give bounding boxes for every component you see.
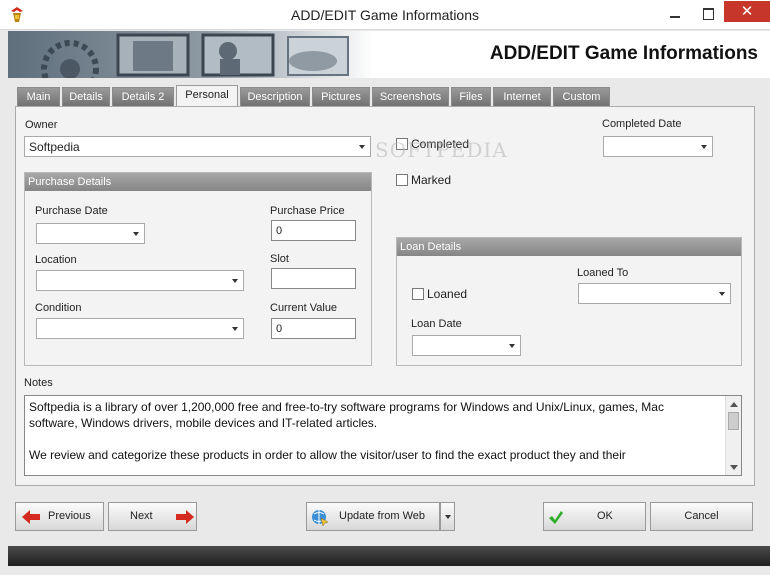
update-dropdown-button[interactable] <box>440 502 455 531</box>
purchase-price-input[interactable]: 0 <box>271 220 356 241</box>
tab-details-2[interactable]: Details 2 <box>112 87 174 107</box>
tab-files[interactable]: Files <box>451 87 491 107</box>
tab-pictures[interactable]: Pictures <box>312 87 370 107</box>
notes-scrollbar[interactable] <box>725 396 741 475</box>
notes-line: Softpedia is a library of over 1,200,000… <box>29 400 664 414</box>
watermark-text: SOFTPEDIA <box>375 138 508 162</box>
tab-screenshots[interactable]: Screenshots <box>372 87 449 107</box>
chevron-down-icon <box>232 279 238 283</box>
scroll-down-icon[interactable] <box>730 465 738 470</box>
owner-value: Softpedia <box>29 140 80 154</box>
notes-label: Notes <box>24 377 53 389</box>
condition-combo[interactable] <box>36 318 244 339</box>
loan-details-header: Loan Details <box>397 238 741 256</box>
notes-line: We review and categorize these products … <box>29 448 626 462</box>
completed-date-picker[interactable] <box>603 136 713 157</box>
owner-combo[interactable]: Softpedia <box>24 136 371 157</box>
loaned-checkbox[interactable] <box>412 288 424 300</box>
header-banner: ADD/EDIT Game Informations <box>8 31 770 78</box>
loaned-to-label: Loaned To <box>577 267 629 279</box>
next-button[interactable]: Next <box>108 502 197 531</box>
tab-custom[interactable]: Custom <box>553 87 610 107</box>
loaned-to-combo[interactable] <box>578 283 731 304</box>
chevron-down-icon <box>359 145 365 149</box>
tab-description[interactable]: Description <box>240 87 310 107</box>
tab-main[interactable]: Main <box>17 87 60 107</box>
location-combo[interactable] <box>36 270 244 291</box>
loan-date-label: Loan Date <box>411 318 462 330</box>
notes-line: software, Windows drivers, mobile device… <box>29 416 378 430</box>
chevron-down-icon <box>701 145 707 149</box>
purchase-date-label: Purchase Date <box>35 205 108 217</box>
scroll-thumb[interactable] <box>728 412 739 430</box>
chevron-down-icon <box>719 292 725 296</box>
loan-date-picker[interactable] <box>412 335 521 356</box>
notes-textarea[interactable]: Softpedia is a library of over 1,200,000… <box>24 395 742 476</box>
tab-internet[interactable]: Internet <box>493 87 551 107</box>
chevron-down-icon <box>445 515 451 519</box>
banner-photo <box>8 31 373 78</box>
previous-label: Previous <box>48 510 91 522</box>
purchase-details-header: Purchase Details <box>25 173 371 191</box>
close-button[interactable]: ✕ <box>724 1 770 22</box>
current-value-label: Current Value <box>270 302 338 314</box>
previous-button[interactable]: Previous <box>15 502 104 531</box>
minimize-button[interactable] <box>661 4 689 24</box>
purchase-date-picker[interactable] <box>36 223 145 244</box>
red-arrow-left-icon <box>22 510 40 524</box>
update-label: Update from Web <box>339 510 426 522</box>
title-bar: ADD/EDIT Game Informations ✕ <box>0 0 770 30</box>
slot-input[interactable] <box>271 268 356 289</box>
red-arrow-right-icon <box>176 510 194 524</box>
marked-label: Marked <box>411 173 452 187</box>
chevron-down-icon <box>509 344 515 348</box>
web-globe-icon <box>312 510 329 526</box>
location-label: Location <box>35 254 77 266</box>
ok-button[interactable]: OK <box>543 502 646 531</box>
marked-checkbox[interactable] <box>396 174 408 186</box>
tab-personal[interactable]: Personal <box>176 85 238 108</box>
banner-heading: ADD/EDIT Game Informations <box>489 43 758 64</box>
chevron-down-icon <box>232 327 238 331</box>
slot-label: Slot <box>270 253 289 265</box>
purchase-price-label: Purchase Price <box>270 205 345 217</box>
next-label: Next <box>130 510 153 522</box>
tab-details[interactable]: Details <box>62 87 110 107</box>
green-check-icon <box>549 511 563 524</box>
purchase-price-value: 0 <box>276 225 283 237</box>
update-from-web-button[interactable]: Update from Web <box>306 502 440 531</box>
window-title: ADD/EDIT Game Informations <box>290 7 480 23</box>
footer-bar <box>8 546 770 566</box>
chevron-down-icon <box>133 232 139 236</box>
condition-label: Condition <box>35 302 82 314</box>
scroll-up-icon[interactable] <box>730 402 738 407</box>
ok-label: OK <box>597 510 613 522</box>
cancel-button[interactable]: Cancel <box>650 502 753 531</box>
current-value-value: 0 <box>276 323 283 335</box>
loaned-label: Loaned <box>427 287 468 301</box>
completed-date-label: Completed Date <box>602 118 682 130</box>
current-value-input[interactable]: 0 <box>271 318 356 339</box>
maximize-button[interactable] <box>694 4 722 24</box>
owner-label: Owner <box>25 119 58 131</box>
